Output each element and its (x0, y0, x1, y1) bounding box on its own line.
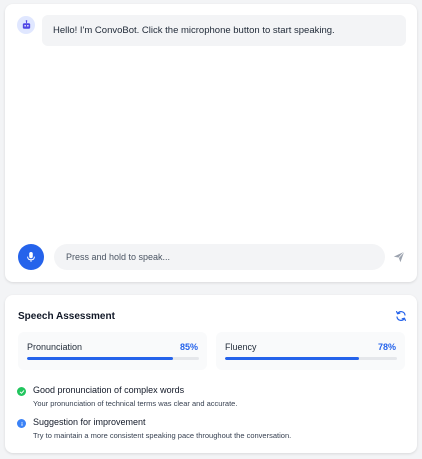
refresh-icon[interactable] (395, 310, 407, 322)
fluency-metric: Fluency 78% (216, 332, 405, 370)
progress-track (27, 357, 199, 360)
speak-input[interactable]: Press and hold to speak... (54, 244, 385, 270)
feedback-description: Your pronunciation of technical terms wa… (33, 399, 238, 408)
speech-assessment-panel: Speech Assessment Pronunciation 85% Flue… (5, 295, 417, 453)
metric-label: Pronunciation (27, 342, 83, 352)
send-button[interactable] (391, 248, 407, 266)
bot-message: Hello! I'm ConvoBot. Click the microphon… (42, 15, 406, 46)
send-icon (393, 251, 405, 263)
metric-value: 85% (179, 342, 198, 352)
microphone-icon (27, 252, 35, 262)
feedback-title: Suggestion for improvement (33, 417, 146, 427)
pronunciation-metric: Pronunciation 85% (18, 332, 207, 370)
metric-value: 78% (377, 342, 396, 352)
robot-icon (17, 16, 35, 34)
chat-panel: Hello! I'm ConvoBot. Click the microphon… (5, 4, 417, 282)
assessment-title: Speech Assessment (18, 311, 115, 322)
metric-label: Fluency (225, 342, 257, 352)
feedback-title: Good pronunciation of complex words (33, 385, 185, 395)
progress-track (225, 357, 397, 360)
progress-fill (225, 357, 360, 360)
info-circle-icon (17, 419, 26, 428)
microphone-button[interactable] (18, 244, 44, 270)
feedback-description: Try to maintain a more consistent speaki… (33, 431, 292, 440)
progress-fill (27, 357, 174, 360)
check-circle-icon (17, 387, 26, 396)
